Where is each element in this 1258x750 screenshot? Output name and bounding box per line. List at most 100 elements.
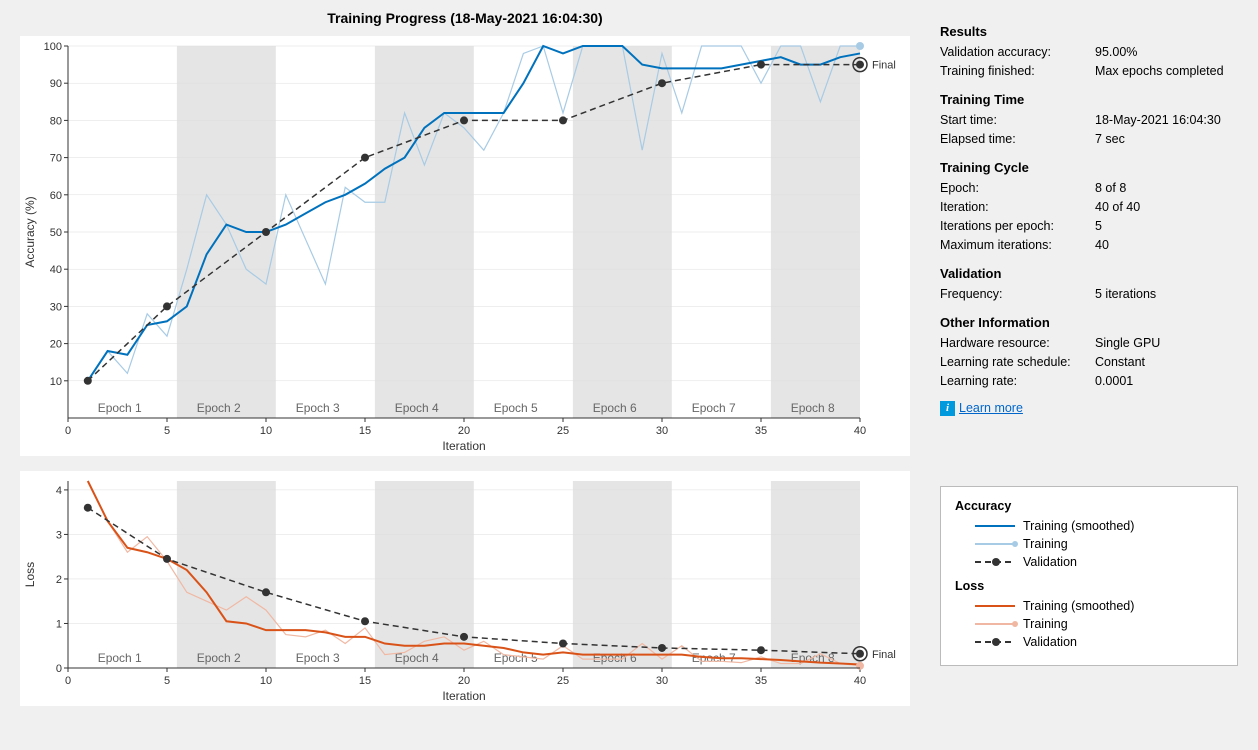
learn-more-link[interactable]: Learn more [959, 401, 1023, 415]
valacc-label: Validation accuracy: [940, 45, 1095, 59]
finished-label: Training finished: [940, 64, 1095, 78]
svg-text:15: 15 [359, 675, 371, 687]
svg-text:Epoch 7: Epoch 7 [692, 401, 736, 415]
svg-text:20: 20 [50, 339, 62, 351]
info-panel: Results Validation accuracy:95.00% Train… [920, 0, 1258, 750]
finished-value: Max epochs completed [1095, 64, 1238, 78]
hw-value: Single GPU [1095, 336, 1238, 350]
svg-text:40: 40 [50, 264, 62, 276]
svg-text:5: 5 [164, 425, 170, 437]
iter-value: 40 of 40 [1095, 200, 1238, 214]
legend-loss-head: Loss [955, 579, 1223, 593]
svg-text:40: 40 [854, 425, 866, 437]
svg-text:20: 20 [458, 675, 470, 687]
svg-text:Epoch 5: Epoch 5 [494, 401, 538, 415]
svg-text:Accuracy (%): Accuracy (%) [23, 196, 37, 267]
maxit-value: 40 [1095, 238, 1238, 252]
svg-text:Epoch 1: Epoch 1 [98, 401, 142, 415]
legend-validation: Validation [1023, 555, 1077, 569]
valacc-value: 95.00% [1095, 45, 1238, 59]
start-value: 18-May-2021 16:04:30 [1095, 113, 1238, 127]
legend-line-orange [975, 605, 1015, 607]
elapsed-value: 7 sec [1095, 132, 1238, 146]
iter-label: Iteration: [940, 200, 1095, 214]
legend-train-smooth: Training (smoothed) [1023, 519, 1134, 533]
svg-text:60: 60 [50, 190, 62, 202]
svg-text:40: 40 [854, 675, 866, 687]
svg-text:10: 10 [260, 425, 272, 437]
other-head: Other Information [940, 315, 1238, 330]
svg-text:0: 0 [65, 425, 71, 437]
info-icon: i [940, 401, 955, 416]
svg-text:10: 10 [50, 376, 62, 388]
maxit-label: Maximum iterations: [940, 238, 1095, 252]
svg-text:Epoch 3: Epoch 3 [296, 401, 340, 415]
legend-loss-train: Training [1023, 617, 1068, 631]
chart-title: Training Progress (18-May-2021 16:04:30) [20, 10, 910, 26]
ipe-label: Iterations per epoch: [940, 219, 1095, 233]
svg-text:30: 30 [50, 301, 62, 313]
svg-text:3: 3 [56, 529, 62, 541]
elapsed-label: Elapsed time: [940, 132, 1095, 146]
legend-loss-validation: Validation [1023, 635, 1077, 649]
cycle-head: Training Cycle [940, 160, 1238, 175]
svg-text:50: 50 [50, 227, 62, 239]
svg-text:Epoch 4: Epoch 4 [395, 401, 439, 415]
svg-text:20: 20 [458, 425, 470, 437]
svg-text:0: 0 [65, 675, 71, 687]
svg-text:30: 30 [656, 425, 668, 437]
svg-text:2: 2 [56, 574, 62, 586]
svg-text:15: 15 [359, 425, 371, 437]
svg-text:70: 70 [50, 153, 62, 165]
svg-text:1: 1 [56, 618, 62, 630]
svg-text:25: 25 [557, 675, 569, 687]
lrs-label: Learning rate schedule: [940, 355, 1095, 369]
loss-chart: 012340510152025303540Epoch 1Epoch 2Epoch… [20, 471, 910, 706]
svg-text:Epoch 1: Epoch 1 [98, 651, 142, 665]
legend-train: Training [1023, 537, 1068, 551]
lr-label: Learning rate: [940, 374, 1095, 388]
legend-line-dash [975, 561, 1015, 563]
freq-value: 5 iterations [1095, 287, 1238, 301]
svg-text:Final: Final [872, 649, 896, 661]
legend-acc-head: Accuracy [955, 499, 1223, 513]
validation-head: Validation [940, 266, 1238, 281]
svg-text:25: 25 [557, 425, 569, 437]
svg-text:10: 10 [260, 675, 272, 687]
lrs-value: Constant [1095, 355, 1238, 369]
start-label: Start time: [940, 113, 1095, 127]
charts-panel: Training Progress (18-May-2021 16:04:30)… [0, 0, 920, 750]
svg-text:4: 4 [56, 485, 62, 497]
svg-text:Final: Final [872, 60, 896, 72]
results-head: Results [940, 24, 1238, 39]
svg-text:90: 90 [50, 78, 62, 90]
svg-text:Epoch 3: Epoch 3 [296, 651, 340, 665]
svg-text:Epoch 6: Epoch 6 [593, 401, 637, 415]
legend-line-blue [975, 525, 1015, 527]
ipe-value: 5 [1095, 219, 1238, 233]
legend-box: Accuracy Training (smoothed) Training Va… [940, 486, 1238, 666]
lr-value: 0.0001 [1095, 374, 1238, 388]
legend-loss-train-smooth: Training (smoothed) [1023, 599, 1134, 613]
svg-text:Iteration: Iteration [442, 439, 485, 453]
freq-label: Frequency: [940, 287, 1095, 301]
legend-line-dash-loss [975, 641, 1015, 643]
svg-text:Epoch 2: Epoch 2 [197, 401, 241, 415]
hw-label: Hardware resource: [940, 336, 1095, 350]
svg-text:35: 35 [755, 425, 767, 437]
svg-text:Iteration: Iteration [442, 689, 485, 703]
svg-text:Epoch 2: Epoch 2 [197, 651, 241, 665]
legend-line-lightblue [975, 543, 1015, 545]
time-head: Training Time [940, 92, 1238, 107]
svg-text:Epoch 8: Epoch 8 [791, 401, 835, 415]
epoch-label: Epoch: [940, 181, 1095, 195]
legend-line-lightorange [975, 623, 1015, 625]
svg-text:0: 0 [56, 663, 62, 675]
svg-text:30: 30 [656, 675, 668, 687]
svg-text:5: 5 [164, 675, 170, 687]
svg-text:Loss: Loss [23, 562, 37, 587]
svg-text:80: 80 [50, 115, 62, 127]
svg-text:100: 100 [44, 41, 62, 53]
epoch-value: 8 of 8 [1095, 181, 1238, 195]
accuracy-chart: 10 20 30 40 50 60 70 80 90 100 0 5 10 15 20 25 30 35 40 Epo… [20, 36, 910, 456]
